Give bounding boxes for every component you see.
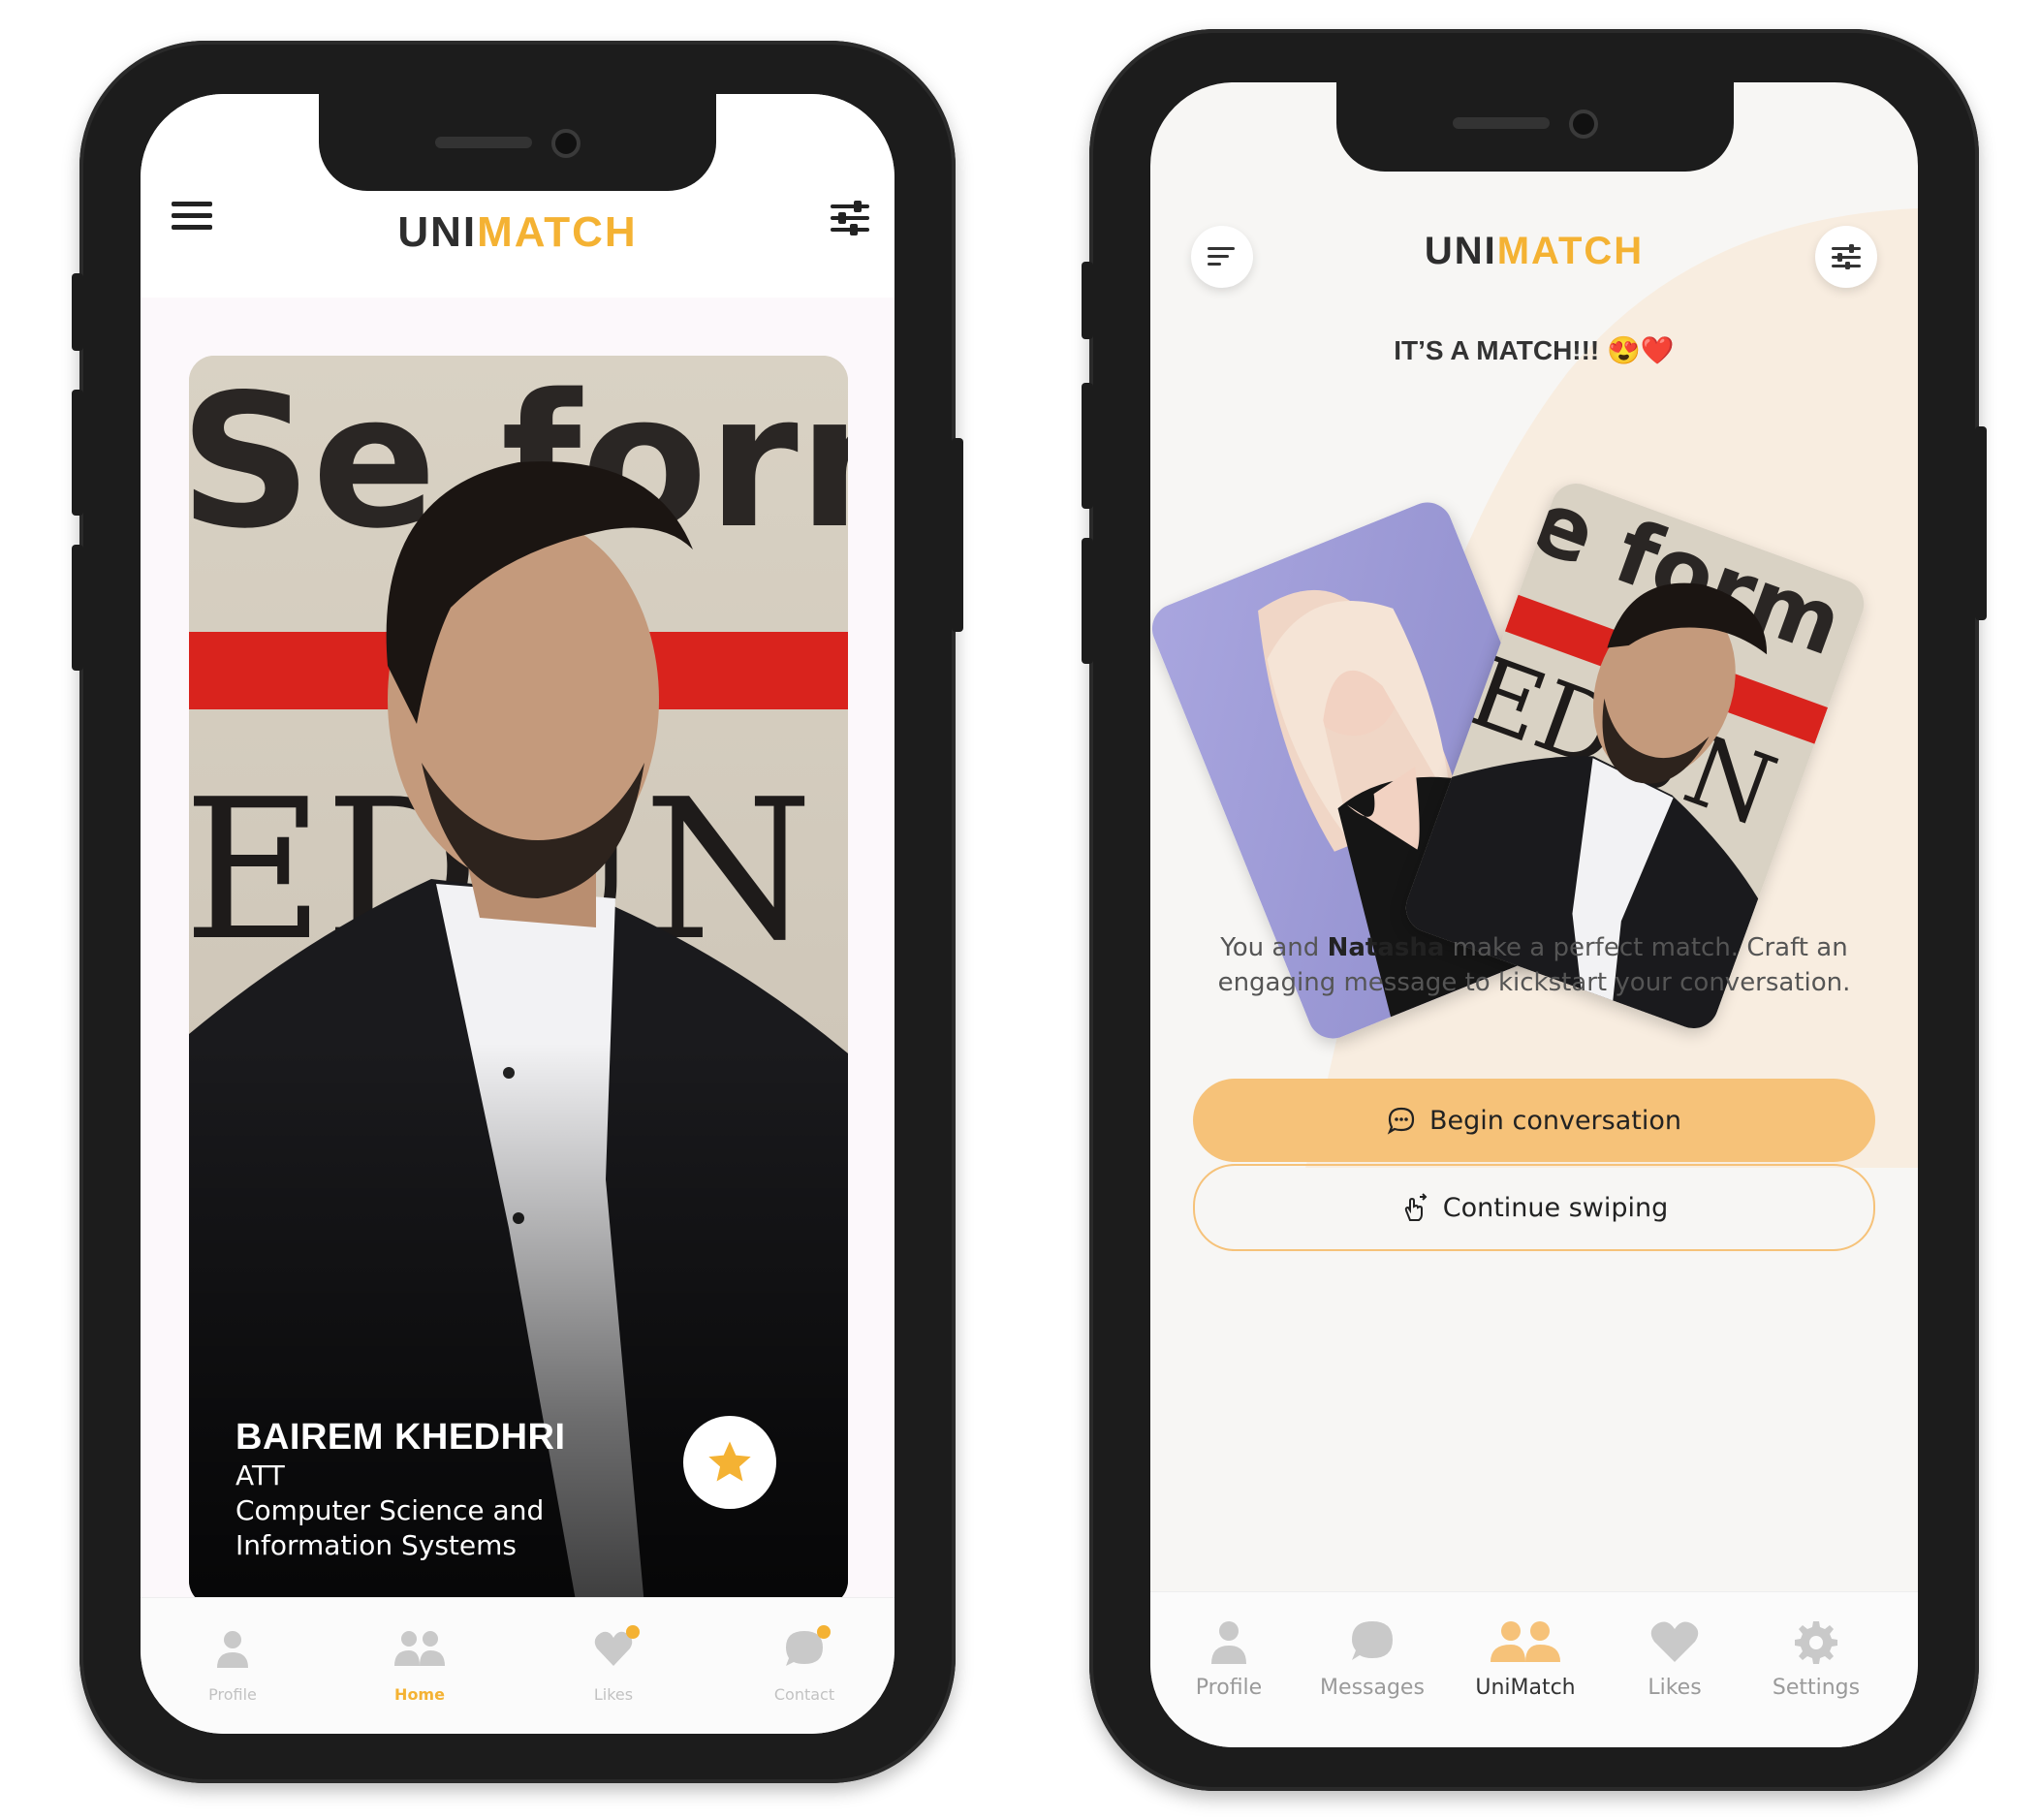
volume-up-button — [1082, 383, 1093, 509]
profile-info: BAIREM KHEDHRI ATT Computer Science and … — [235, 1417, 566, 1563]
profile-major-line2: Information Systems — [235, 1529, 517, 1561]
super-like-button[interactable] — [683, 1416, 776, 1509]
star-icon — [708, 1441, 751, 1482]
volume-down-button — [72, 545, 83, 671]
nav-likes[interactable]: Likes — [1621, 1619, 1728, 1700]
mute-switch — [72, 273, 83, 351]
filter-icon[interactable] — [831, 201, 869, 235]
front-camera — [1569, 110, 1598, 139]
speaker-grille — [1453, 117, 1550, 129]
app-logo: UNIMATCH — [397, 208, 638, 256]
power-button — [952, 438, 963, 632]
begin-conversation-button[interactable]: Begin conversation — [1193, 1079, 1875, 1162]
people-icon — [394, 1631, 445, 1666]
swipe-hand-icon — [1404, 1193, 1428, 1221]
continue-swiping-label: Continue swiping — [1442, 1192, 1669, 1223]
nav-home[interactable]: Home — [366, 1629, 473, 1704]
nav-profile[interactable]: Profile — [179, 1629, 286, 1704]
nav-profile[interactable]: Profile — [1176, 1619, 1282, 1700]
person-icon — [217, 1631, 248, 1668]
mute-switch — [1082, 262, 1093, 339]
people-icon — [1491, 1621, 1560, 1662]
screen-home: UNIMATCH BAIREM KHEDHRI ATT Computer Sci… — [141, 94, 894, 1734]
match-title: IT’S A MATCH!!! 😍❤️ — [1394, 335, 1675, 365]
volume-down-button — [1082, 538, 1093, 664]
filter-icon — [1832, 244, 1861, 269]
profile-name: BAIREM KHEDHRI — [235, 1417, 566, 1458]
match-partner-name: Natasha — [1327, 933, 1445, 962]
person-icon — [1211, 1621, 1246, 1664]
profile-card[interactable]: Se form EDUN — [189, 356, 848, 1606]
power-button — [1975, 426, 1987, 620]
nav-messages[interactable]: Messages — [1309, 1619, 1435, 1700]
begin-conversation-label: Begin conversation — [1429, 1105, 1681, 1136]
volume-up-button — [72, 390, 83, 516]
front-camera — [551, 129, 581, 158]
heart-icon — [1650, 1621, 1699, 1662]
screen-match: UNIMATCH IT’S A MATCH!!! 😍❤️ e form You … — [1150, 82, 1918, 1747]
gear-icon — [1795, 1621, 1837, 1664]
chat-bubble-icon — [1352, 1621, 1393, 1660]
profile-university: ATT — [235, 1459, 285, 1491]
nav-settings[interactable]: Settings — [1753, 1619, 1879, 1700]
likes-badge-dot — [626, 1625, 640, 1639]
phone-frame-left: UNIMATCH BAIREM KHEDHRI ATT Computer Sci… — [72, 41, 963, 1783]
mockup-stage: UNIMATCH BAIREM KHEDHRI ATT Computer Sci… — [0, 0, 2040, 1820]
contact-badge-dot — [817, 1625, 831, 1639]
chat-dots-icon — [1387, 1107, 1415, 1135]
speaker-grille — [435, 137, 532, 148]
bottom-nav: Profile Home Likes Contact — [141, 1597, 894, 1734]
filter-button[interactable] — [1815, 226, 1877, 288]
bottom-nav: Profile Messages UniMatch Likes Settings — [1150, 1591, 1918, 1747]
match-message: You and Natasha make a perfect match. Cr… — [1217, 933, 1851, 997]
nav-likes[interactable]: Likes — [560, 1625, 667, 1704]
nav-contact[interactable]: Contact — [751, 1625, 858, 1704]
phone-notch — [319, 94, 716, 191]
app-logo: UNIMATCH — [1424, 230, 1645, 272]
continue-swiping-button[interactable]: Continue swiping — [1193, 1164, 1875, 1251]
profile-major-line1: Computer Science and — [235, 1494, 545, 1526]
phone-notch — [1336, 82, 1734, 172]
phone-frame-right: UNIMATCH IT’S A MATCH!!! 😍❤️ e form You … — [1082, 29, 1987, 1791]
nav-unimatch[interactable]: UniMatch — [1462, 1619, 1588, 1700]
